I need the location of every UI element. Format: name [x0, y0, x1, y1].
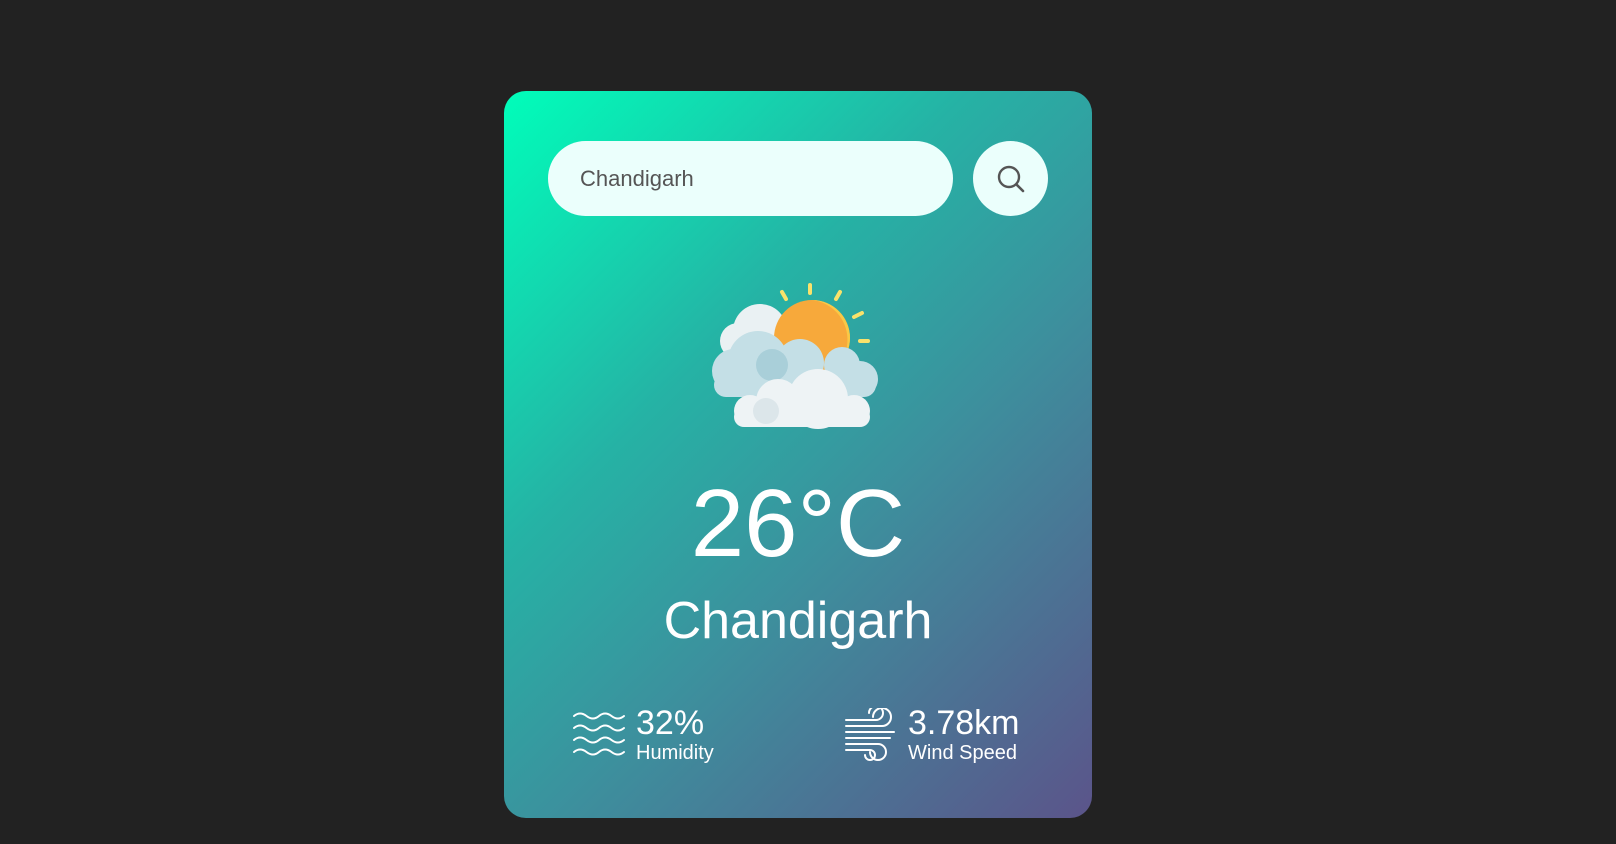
wind-detail: 3.78km Wind Speed: [844, 705, 1020, 765]
humidity-icon: [573, 712, 625, 756]
humidity-value: 32%: [636, 704, 705, 742]
search-icon: [997, 165, 1024, 192]
wind-value: 3.78km: [908, 704, 1020, 742]
humidity-text: 32% Humidity: [636, 705, 714, 765]
search-button[interactable]: [973, 141, 1048, 216]
humidity-detail: 32% Humidity: [572, 705, 714, 765]
city-search-input[interactable]: [548, 141, 953, 216]
partly-cloudy-icon: [712, 283, 878, 429]
city-name: Chandigarh: [663, 592, 933, 650]
wind-icon: [845, 708, 895, 761]
wind-text: 3.78km Wind Speed: [908, 705, 1020, 765]
wind-label: Wind Speed: [908, 742, 1017, 764]
humidity-label: Humidity: [636, 742, 714, 764]
weather-card: 26°C Chandigarh 32% Humidity: [504, 91, 1092, 818]
temperature-value: 26°C: [690, 470, 906, 577]
